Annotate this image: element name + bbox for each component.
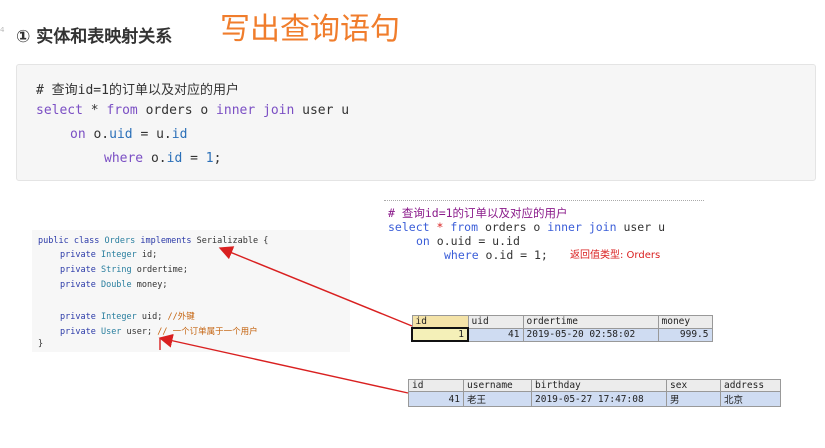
code-text: ; (213, 151, 222, 166)
code-text: o.id = 1; (478, 248, 548, 262)
code-text: o.uid = u.id (429, 234, 520, 248)
table-cell[interactable]: 2019-05-27 17:47:08 (531, 391, 667, 407)
table-row[interactable]: 1 41 2019-05-20 02:58:02 999.5 (411, 327, 713, 342)
code-text: orders o (137, 103, 217, 118)
field-uid: private Integer uid; //外键 (60, 310, 195, 322)
line-number-marker: 4 (0, 26, 5, 34)
sql-query-screenshot: # 查询id=1的订单以及对应的用户 select * from orders … (382, 200, 702, 275)
code-field: uid (109, 127, 133, 142)
field-id: private Integer id; (60, 250, 157, 260)
class-close-brace: } (38, 339, 44, 349)
column-header[interactable]: money (657, 315, 713, 329)
code-text: o. (143, 151, 167, 166)
code-text: orders o (478, 220, 548, 234)
keyword: public class (38, 236, 105, 246)
field-money: private Double money; (60, 280, 168, 290)
code-text: o. (85, 127, 110, 142)
keyword: from (106, 103, 138, 118)
column-header[interactable]: ordertime (522, 315, 659, 329)
table-cell[interactable]: 1 (411, 327, 469, 342)
code-number: 1 (205, 151, 214, 166)
keyword: private (60, 280, 101, 290)
keyword: on (416, 234, 430, 248)
keyword: implements (135, 236, 197, 246)
sql-code-block[interactable]: # 查询id=1的订单以及对应的用户 select * from orders … (16, 64, 816, 181)
code-text: { (258, 236, 269, 246)
table-header-row: id uid ordertime money (411, 315, 713, 329)
code-text: * (82, 103, 107, 118)
table-header-row: id username birthday sex address (408, 379, 781, 392)
return-type-note: 返回值类型: Orders (570, 250, 661, 261)
code-comment: # 查询id=1的订单以及对应的用户 (388, 206, 568, 220)
code-text: = u. (132, 127, 172, 142)
keyword: private (60, 265, 101, 275)
keyword: inner join (216, 103, 295, 118)
table-cell[interactable]: 41 (408, 391, 464, 407)
column-header[interactable]: id (408, 379, 464, 392)
keyword: where (444, 248, 479, 262)
column-header[interactable]: sex (666, 379, 721, 392)
type-name: Serializable (196, 236, 259, 246)
user-result-table: id username birthday sex address 41 老王 2… (408, 379, 781, 407)
keyword: inner join (547, 220, 617, 234)
keyword: select (36, 103, 83, 118)
code-line-select: select * from orders o inner join user u (36, 103, 349, 118)
keyword: private (60, 250, 101, 260)
orders-class-code: public class Orders implements Serializa… (32, 230, 350, 352)
type-name: User (100, 327, 122, 337)
type-name: Integer (100, 312, 137, 322)
table-cell[interactable]: 2019-05-20 02:58:02 (522, 327, 659, 342)
code-line-on: on o.uid = u.id (70, 127, 187, 142)
code-text: uid; (136, 312, 168, 322)
type-name: Double (100, 280, 132, 290)
code-comment: # 查询id=1的订单以及对应的用户 (36, 83, 239, 98)
orders-result-table: id uid ordertime money 1 41 2019-05-20 0… (411, 315, 713, 342)
field-user: private User user; // 一个订单属于一个用户 (60, 325, 258, 337)
code-text: user u (294, 103, 350, 118)
keyword: private (60, 312, 101, 322)
code-text: * (429, 220, 451, 234)
type-name: Orders (104, 236, 136, 246)
code-field: id (166, 151, 183, 166)
column-header[interactable]: username (463, 379, 532, 392)
column-header[interactable]: birthday (531, 379, 667, 392)
table-row[interactable]: 41 老王 2019-05-27 17:47:08 男 北京 (408, 391, 781, 407)
table-cell[interactable]: 41 (467, 327, 524, 342)
keyword: on (70, 127, 86, 142)
table-cell[interactable]: 999.5 (657, 327, 713, 342)
code-field: id (171, 127, 188, 142)
table-cell[interactable]: 男 (666, 391, 721, 407)
keyword: from (450, 220, 479, 234)
code-text: user; (121, 327, 158, 337)
class-declaration: public class Orders implements Serializa… (38, 236, 268, 246)
code-comment: // 一个订单属于一个用户 (157, 327, 258, 337)
sql-line-on: on o.uid = u.id (416, 234, 520, 248)
keyword: select (388, 220, 430, 234)
code-comment: //外键 (167, 312, 195, 322)
column-header[interactable]: id (411, 315, 469, 329)
table-cell[interactable]: 北京 (720, 391, 781, 407)
code-text: ordertime; (131, 265, 188, 275)
keyword: private (60, 327, 101, 337)
table-cell[interactable]: 老王 (463, 391, 532, 407)
heading-handwritten-note: 写出查询语句 (220, 12, 400, 47)
column-header[interactable]: uid (467, 315, 524, 329)
code-line-where: where o.id = 1; (104, 151, 221, 166)
code-text: money; (131, 280, 168, 290)
sql-line-select: select * from orders o inner join user u (388, 220, 665, 234)
code-text: id; (136, 250, 158, 260)
sql-comment: # 查询id=1的订单以及对应的用户 (388, 205, 568, 221)
section-heading: ① 实体和表映射关系 (16, 27, 173, 47)
field-ordertime: private String ordertime; (60, 265, 188, 275)
sql-line-where: where o.id = 1; (444, 248, 548, 262)
code-text: user u (616, 220, 665, 234)
column-header[interactable]: address (720, 379, 781, 392)
type-name: Integer (100, 250, 137, 260)
keyword: where (104, 151, 144, 166)
code-text: = (182, 151, 206, 166)
type-name: String (100, 265, 132, 275)
